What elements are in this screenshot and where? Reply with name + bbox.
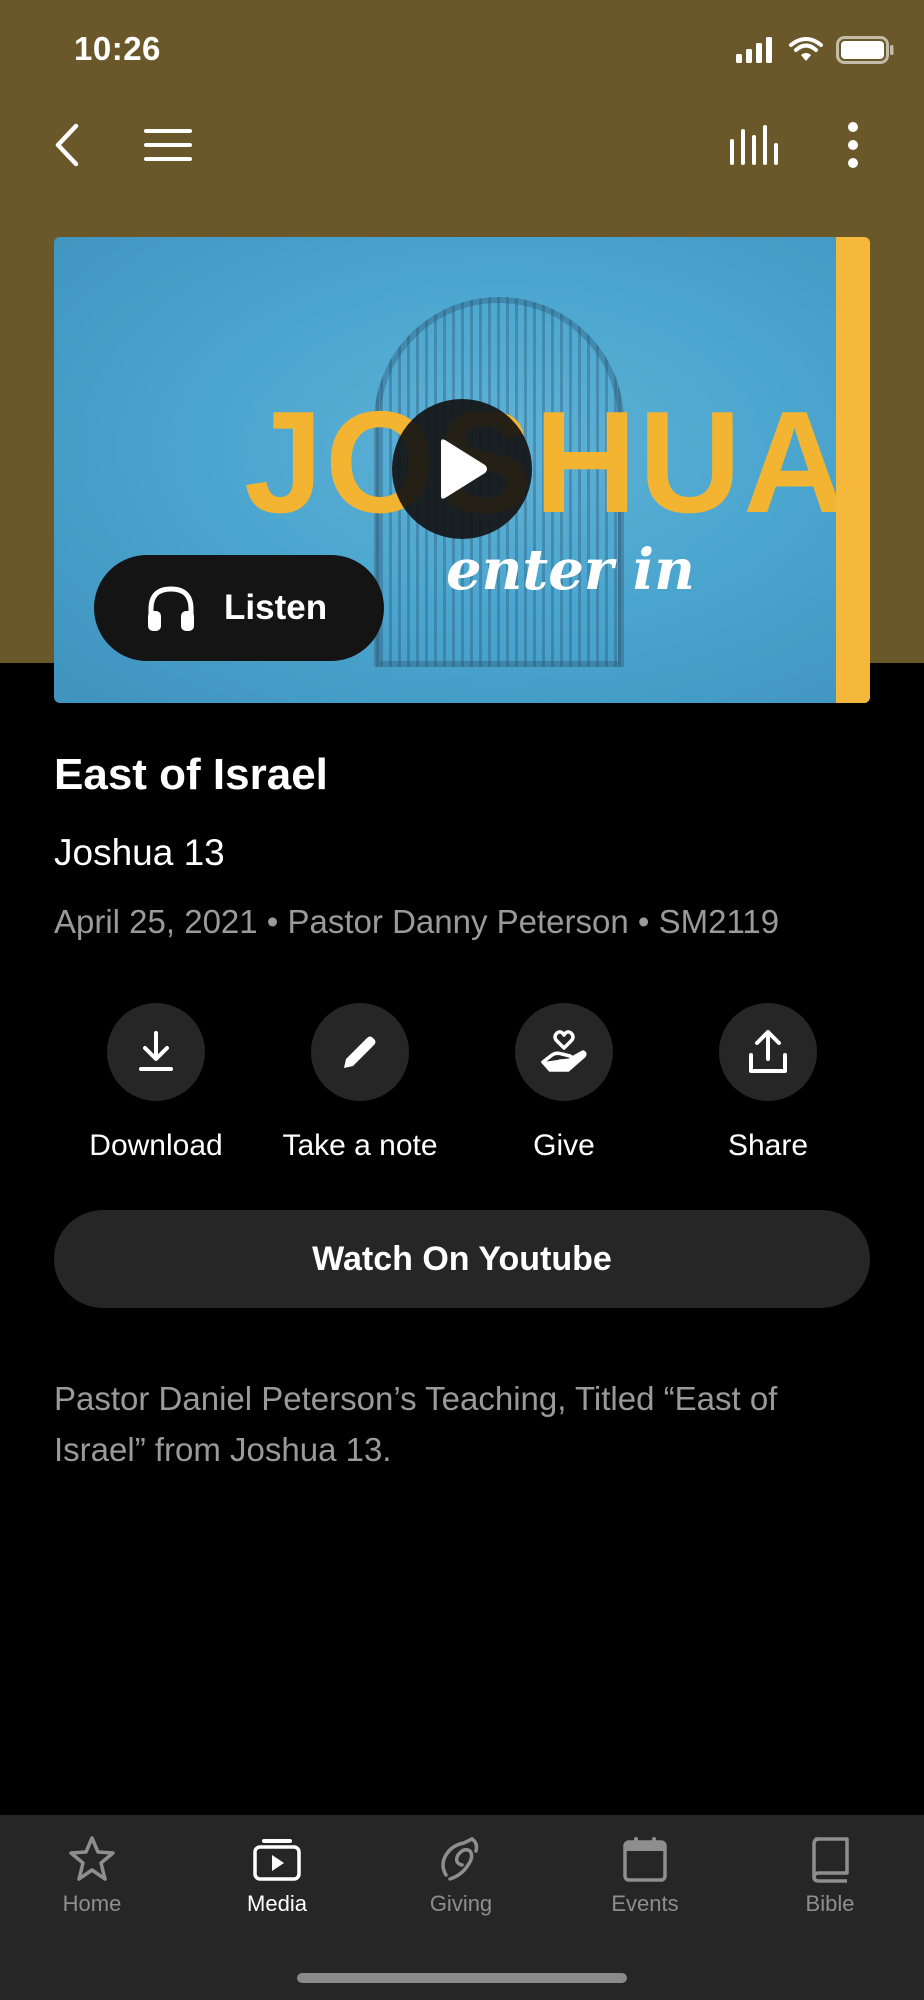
tab-events-label: Events bbox=[611, 1891, 679, 1916]
book-icon bbox=[812, 1837, 849, 1883]
download-icon bbox=[139, 1031, 173, 1071]
chevron-left-icon bbox=[55, 123, 79, 167]
sermon-meta: April 25, 2021 • Pastor Danny Peterson •… bbox=[54, 903, 780, 940]
home-indicator[interactable] bbox=[297, 1973, 627, 1983]
take-note-circle[interactable] bbox=[311, 1003, 409, 1101]
action-row: Download Take a note Give Share bbox=[54, 1003, 870, 1163]
artwork-subtitle: enter in bbox=[446, 537, 695, 603]
giving-icon bbox=[441, 1837, 479, 1881]
play-button[interactable] bbox=[392, 399, 532, 539]
tab-events[interactable]: Events bbox=[570, 1835, 720, 1917]
share-icon bbox=[749, 1030, 787, 1073]
more-vertical-icon bbox=[848, 122, 858, 168]
status-time: 10:26 bbox=[74, 30, 161, 67]
give-circle[interactable] bbox=[515, 1003, 613, 1101]
headphones-icon bbox=[148, 586, 194, 631]
back-button[interactable] bbox=[32, 110, 102, 180]
hamburger-menu-icon bbox=[144, 129, 192, 161]
tab-giving-label: Giving bbox=[429, 1891, 493, 1916]
sermon-artwork[interactable]: JOSHUA enter in Listen bbox=[54, 237, 870, 703]
wifi-icon bbox=[789, 37, 823, 61]
cellular-signal-icon bbox=[736, 37, 772, 63]
audio-bars-icon bbox=[730, 125, 778, 165]
sermon-description: Pastor Daniel Peterson’s Teaching, Title… bbox=[54, 1380, 778, 1468]
sermon-passage: Joshua 13 bbox=[54, 832, 225, 873]
status-icons bbox=[736, 36, 894, 64]
tab-home-label: Home bbox=[62, 1891, 122, 1916]
battery-icon bbox=[836, 36, 894, 64]
tab-bible-label: Bible bbox=[805, 1891, 855, 1916]
give-label: Give bbox=[533, 1129, 595, 1162]
pencil-icon bbox=[344, 1036, 376, 1068]
menu-button[interactable] bbox=[133, 110, 203, 180]
download-button[interactable]: Download bbox=[54, 1003, 258, 1163]
share-label: Share bbox=[727, 1129, 809, 1162]
audio-button[interactable] bbox=[720, 110, 790, 180]
tab-media-label: Media bbox=[247, 1891, 307, 1916]
more-options-button[interactable] bbox=[818, 110, 888, 180]
tab-home[interactable]: Home bbox=[17, 1835, 167, 1917]
play-icon bbox=[441, 439, 487, 499]
media-play-icon bbox=[253, 1839, 301, 1881]
share-circle[interactable] bbox=[719, 1003, 817, 1101]
tab-media[interactable]: Media bbox=[202, 1835, 352, 1917]
take-note-button[interactable]: Take a note bbox=[258, 1003, 462, 1163]
download-label: Download bbox=[89, 1129, 223, 1162]
watch-on-youtube-button[interactable]: Watch On Youtube bbox=[54, 1210, 870, 1308]
tab-giving[interactable]: Giving bbox=[386, 1835, 536, 1917]
listen-label: Listen bbox=[224, 588, 328, 627]
artwork-title: JOSHUA bbox=[244, 381, 848, 544]
tab-bible[interactable]: Bible bbox=[755, 1835, 905, 1917]
artwork-accent-stripe bbox=[836, 237, 870, 703]
sermon-title: East of Israel bbox=[54, 750, 328, 799]
take-note-label: Take a note bbox=[282, 1129, 438, 1162]
give-hand-heart-icon bbox=[541, 1030, 587, 1072]
share-button[interactable]: Share bbox=[666, 1003, 870, 1163]
give-button[interactable]: Give bbox=[462, 1003, 666, 1163]
star-icon bbox=[69, 1836, 115, 1881]
listen-button[interactable]: Listen bbox=[94, 555, 384, 661]
calendar-icon bbox=[623, 1837, 667, 1882]
download-circle[interactable] bbox=[107, 1003, 205, 1101]
